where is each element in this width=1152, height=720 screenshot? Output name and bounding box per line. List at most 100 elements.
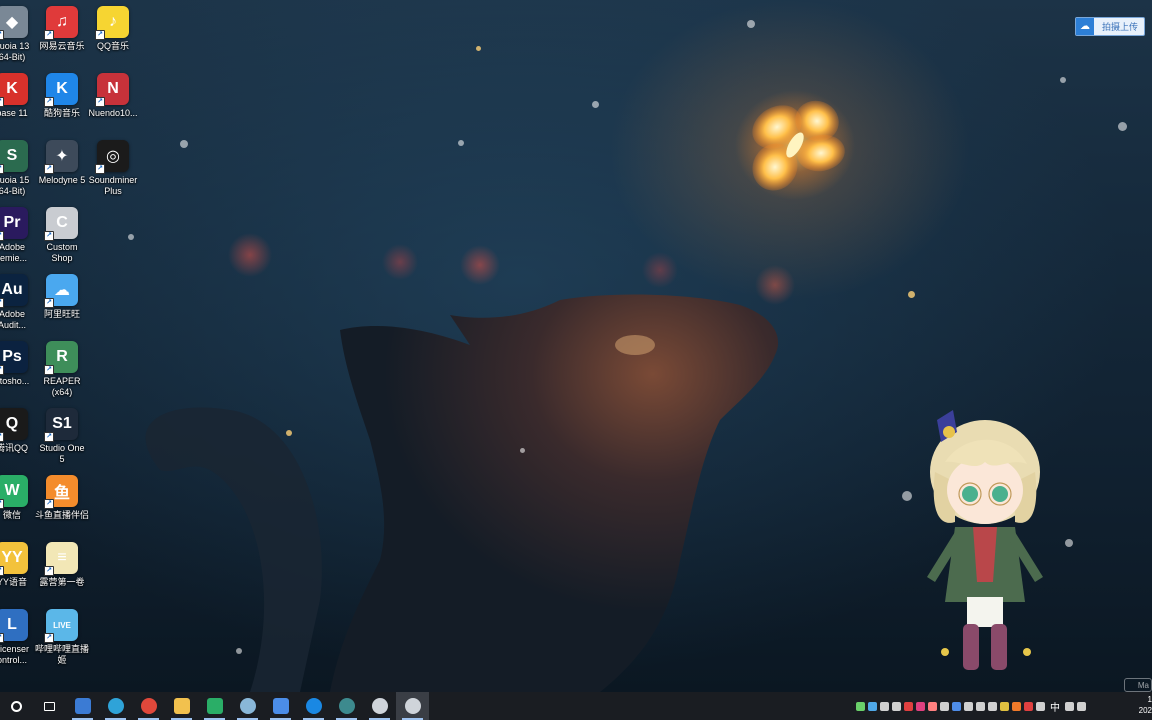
- premiere-icon: Pr↗: [0, 207, 28, 241]
- shortcut-arrow-icon: ↗: [44, 97, 54, 107]
- store-icon: [74, 698, 91, 714]
- tray-icon[interactable]: [1012, 701, 1021, 711]
- shortcut-arrow-icon: ↗: [0, 30, 4, 40]
- desktop-shortcut[interactable]: LIVE ↗ 哔哩哔哩直播 姬: [32, 609, 92, 666]
- icon-glyph: Au: [1, 281, 23, 298]
- aliwangwang-icon: ☁ ↗: [44, 274, 78, 308]
- task-view-button[interactable]: [33, 692, 66, 720]
- app-icon: [371, 698, 388, 714]
- tray-icon[interactable]: [976, 701, 985, 711]
- photoshop-icon: Ps↗: [0, 341, 28, 375]
- shortcut-arrow-icon: ↗: [0, 365, 4, 375]
- tray-icon[interactable]: [1000, 701, 1009, 711]
- clock[interactable]: 1 202: [1132, 694, 1152, 716]
- ime-indicator[interactable]: 中: [1048, 699, 1062, 714]
- folder-icon: [173, 698, 190, 714]
- tray-icon[interactable]: [856, 701, 865, 711]
- custom-shop-icon: C ↗: [44, 207, 78, 241]
- taskbar-edge[interactable]: [99, 692, 132, 720]
- shortcut-arrow-icon: ↗: [44, 633, 54, 643]
- icon-glyph: Ps: [2, 348, 22, 365]
- shortcut-arrow-icon: ↗: [44, 231, 54, 241]
- icon-glyph: ◎: [106, 148, 120, 165]
- shortcut-arrow-icon: ↗: [44, 499, 54, 509]
- light-particle: [1118, 122, 1127, 131]
- light-particle: [592, 101, 599, 108]
- taskbar-obs[interactable]: [396, 692, 429, 720]
- desktop-shortcut[interactable]: 鱼 ↗ 斗鱼直播伴侣: [32, 475, 92, 521]
- icon-glyph: ♫: [56, 13, 68, 30]
- system-tray: 中: [856, 692, 1086, 720]
- edge-icon: [107, 698, 124, 714]
- watermark-badge: Ma: [1124, 678, 1152, 692]
- tray-icon[interactable]: [964, 701, 973, 711]
- tray-icon[interactable]: [988, 701, 997, 711]
- tray-icon[interactable]: [928, 701, 937, 711]
- sequoia-15-icon: S↗: [0, 140, 28, 174]
- taskbar-explorer[interactable]: [165, 692, 198, 720]
- license-control-icon: L↗: [0, 609, 28, 643]
- desktop-shortcut[interactable]: ♪ ↗ QQ音乐: [83, 6, 143, 52]
- watermark-text: Ma: [1137, 680, 1149, 690]
- start-button[interactable]: [0, 692, 33, 720]
- desktop-shortcut[interactable]: ◎ ↗ Soundminer Plus: [83, 140, 143, 197]
- wechat-icon: [206, 698, 223, 714]
- taskbar-app-5[interactable]: [363, 692, 396, 720]
- taskbar-app-4[interactable]: [330, 692, 363, 720]
- tray-icon[interactable]: [940, 701, 949, 711]
- shortcut-arrow-icon: ↗: [0, 97, 4, 107]
- desktop-shortcut-label: 露营第一卷: [39, 577, 85, 587]
- taskbar-chrome[interactable]: [132, 692, 165, 720]
- desktop-shortcut[interactable]: ☁ ↗ 阿里旺旺: [32, 274, 92, 320]
- icon-glyph: L: [7, 616, 17, 633]
- tray-icon[interactable]: [1024, 701, 1033, 711]
- tray-icon[interactable]: [952, 701, 961, 711]
- desktop-mascot[interactable]: [915, 402, 1055, 680]
- taskbar-app-3[interactable]: [297, 692, 330, 720]
- shortcut-arrow-icon: ↗: [0, 566, 4, 576]
- shortcut-arrow-icon: ↗: [44, 298, 54, 308]
- desktop-shortcut[interactable]: R ↗ REAPER (x64): [32, 341, 92, 398]
- icon-glyph: Pr: [3, 214, 21, 231]
- soundminer-icon: ◎ ↗: [95, 140, 129, 174]
- shortcut-arrow-icon: ↗: [44, 432, 54, 442]
- shortcut-arrow-icon: ↗: [0, 432, 4, 442]
- tray-icon[interactable]: [916, 701, 925, 711]
- icon-glyph: ♪: [109, 13, 117, 30]
- icon-glyph: ◆: [5, 14, 19, 31]
- taskbar-app-2[interactable]: [231, 692, 264, 720]
- tray-icon[interactable]: [1065, 701, 1074, 711]
- icon-glyph: K: [56, 80, 68, 97]
- upload-button[interactable]: ☁ 拍摄上传: [1075, 17, 1145, 36]
- icon-glyph: YY: [1, 549, 23, 566]
- desktop-shortcut[interactable]: S1 ↗ Studio One 5: [32, 408, 92, 465]
- tray-icon[interactable]: [1077, 701, 1086, 711]
- icon-glyph: N: [107, 80, 119, 97]
- desktop-shortcut[interactable]: ≡ ↗ 露营第一卷: [32, 542, 92, 588]
- taskbar-wechat[interactable]: [198, 692, 231, 720]
- light-particle: [902, 491, 912, 501]
- icon-glyph: W: [4, 482, 20, 499]
- taskbar-baidu-netdisk[interactable]: [264, 692, 297, 720]
- taskbar-app-1[interactable]: [66, 692, 99, 720]
- baidu-cloud-icon: ☁: [1076, 18, 1094, 35]
- light-particle: [458, 140, 464, 146]
- light-particle: [286, 430, 292, 436]
- light-particle: [128, 234, 134, 240]
- shortcut-arrow-icon: ↗: [0, 633, 4, 643]
- desktop-shortcut[interactable]: C ↗ Custom Shop: [32, 207, 92, 264]
- qq-icon: Q↗: [0, 408, 28, 442]
- light-particle: [747, 20, 755, 28]
- tray-icon[interactable]: [904, 701, 913, 711]
- shortcut-arrow-icon: ↗: [95, 30, 105, 40]
- netease-music-icon: ♫ ↗: [44, 6, 78, 40]
- tray-icon[interactable]: [1036, 701, 1045, 711]
- tray-icon[interactable]: [892, 701, 901, 711]
- shortcut-arrow-icon: ↗: [44, 30, 54, 40]
- tray-icon[interactable]: [880, 701, 889, 711]
- cubase-icon: K↗: [0, 73, 28, 107]
- icon-glyph: R: [56, 348, 68, 365]
- audition-icon: Au↗: [0, 274, 28, 308]
- desktop-shortcut[interactable]: N ↗ Nuendo10...: [83, 73, 143, 119]
- tray-icon[interactable]: [868, 701, 877, 711]
